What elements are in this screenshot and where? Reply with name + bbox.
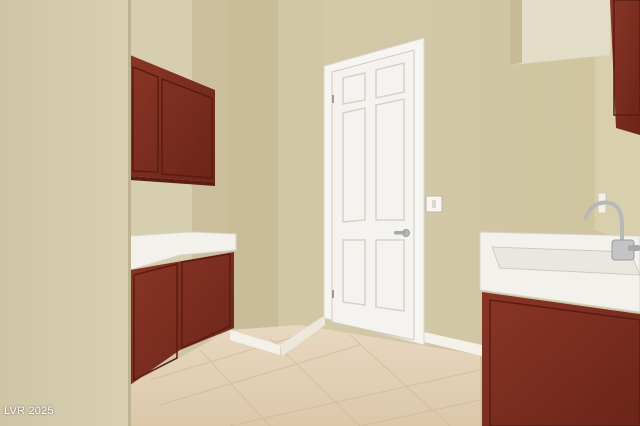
pillar-front-face xyxy=(278,0,324,340)
door[interactable] xyxy=(331,49,415,341)
soffit xyxy=(510,0,610,65)
light-switch-toggle xyxy=(432,200,436,208)
soffit-edge xyxy=(510,0,522,65)
left-wall-corner xyxy=(128,0,131,426)
door-hinge-bottom xyxy=(332,290,334,298)
lower-right-cabinet[interactable] xyxy=(482,292,640,426)
watermark-text: LVR 2025 xyxy=(4,405,54,417)
pillar-left-face xyxy=(228,0,280,345)
left-wall xyxy=(0,0,130,426)
photo-canvas xyxy=(0,0,640,426)
laundry-room-photo: LVR 2025 xyxy=(0,0,640,426)
door-hinge-top xyxy=(332,95,334,103)
